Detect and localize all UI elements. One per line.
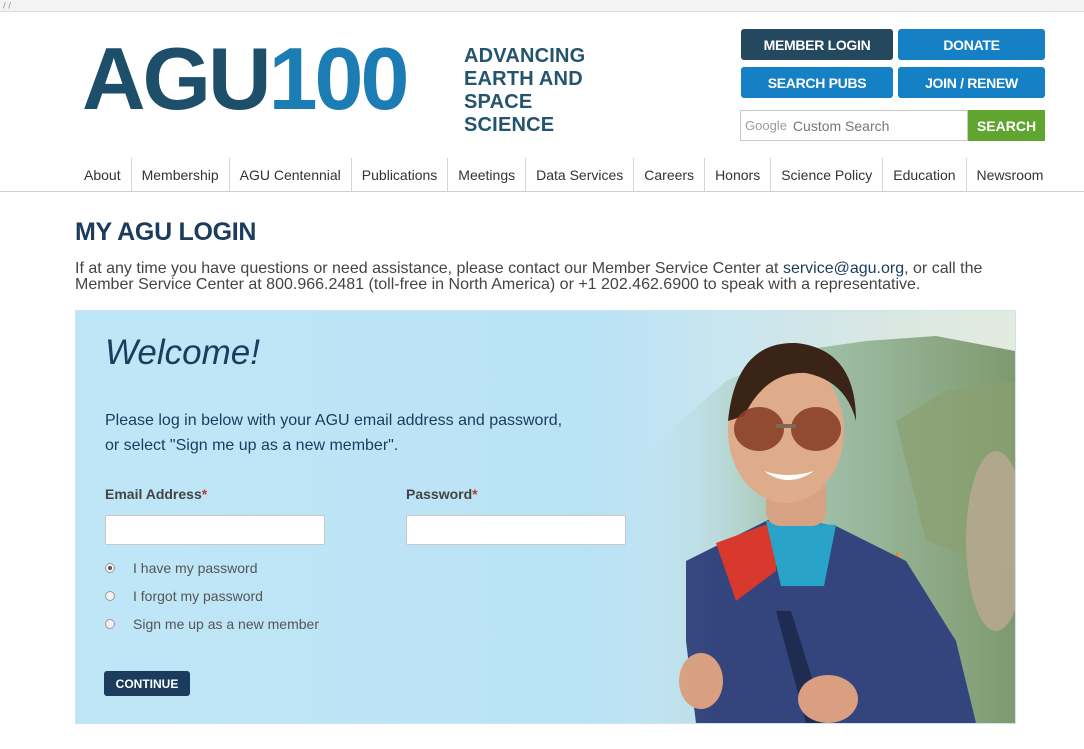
email-label-text: Email Address bbox=[105, 486, 202, 502]
logo-wordmark: AGU100 bbox=[82, 35, 409, 123]
email-field[interactable] bbox=[105, 515, 325, 545]
page-title: MY AGU LOGIN bbox=[75, 218, 257, 246]
password-field[interactable] bbox=[406, 515, 626, 545]
email-required-mark: * bbox=[201, 486, 208, 502]
radio-forgot-password[interactable] bbox=[105, 591, 115, 601]
nav-item-about[interactable]: About bbox=[76, 158, 131, 191]
option-forgot-password[interactable]: I forgot my password bbox=[105, 588, 263, 604]
welcome-heading: Welcome! bbox=[105, 333, 260, 372]
service-email-link[interactable]: service@agu.org bbox=[783, 260, 904, 277]
radio-have-password[interactable] bbox=[105, 563, 115, 573]
intro-text: If at any time you have questions or nee… bbox=[75, 261, 1025, 293]
nav-item-honors[interactable]: Honors bbox=[704, 158, 770, 191]
join-renew-button[interactable]: JOIN / RENEW bbox=[898, 67, 1045, 98]
logo-tagline-line-3: SPACE SCIENCE bbox=[464, 91, 555, 136]
logo-tagline-line-2: EARTH AND bbox=[464, 68, 583, 90]
login-instructions-line-2: or select "Sign me up as a new member". bbox=[105, 437, 399, 454]
top-strip-mark: / / bbox=[3, 1, 11, 10]
option-have-password-label: I have my password bbox=[133, 560, 258, 576]
nav-item-publications[interactable]: Publications bbox=[350, 158, 448, 191]
donate-button[interactable]: DONATE bbox=[898, 29, 1045, 60]
option-forgot-password-label: I forgot my password bbox=[133, 588, 263, 604]
nav-item-education[interactable]: Education bbox=[882, 158, 965, 191]
password-label-text: Password bbox=[406, 486, 473, 502]
nav-divider bbox=[0, 191, 1084, 192]
logo-100: 100 bbox=[268, 29, 410, 128]
intro-text-start: If at any time you have questions or nee… bbox=[75, 260, 783, 277]
search-pubs-button[interactable]: SEARCH PUBS bbox=[741, 67, 893, 98]
browser-top-strip: / / bbox=[0, 0, 1084, 12]
login-instructions-line-1: Please log in below with your AGU email … bbox=[105, 412, 563, 429]
option-have-password[interactable]: I have my password bbox=[105, 560, 258, 576]
search-button[interactable]: SEARCH bbox=[968, 110, 1045, 141]
option-sign-up[interactable]: Sign me up as a new member bbox=[105, 616, 319, 632]
logo-tagline: ADVANCING EARTH AND SPACE SCIENCE bbox=[464, 45, 622, 137]
continue-button[interactable]: CONTINUE bbox=[104, 671, 190, 696]
search-placeholder: Custom Search bbox=[792, 117, 890, 134]
site-search-input[interactable]: Google Custom Search bbox=[740, 110, 968, 141]
login-panel: Welcome! Please log in below with your A… bbox=[75, 310, 1016, 724]
nav-item-newsroom[interactable]: Newsroom bbox=[965, 158, 1054, 191]
login-instructions: Please log in below with your AGU email … bbox=[105, 408, 562, 458]
radio-sign-up[interactable] bbox=[105, 619, 115, 629]
nav-item-science-policy[interactable]: Science Policy bbox=[770, 158, 882, 191]
password-label: Password* bbox=[406, 486, 478, 502]
member-login-button[interactable]: MEMBER LOGIN bbox=[741, 29, 893, 60]
nav-item-agu-centennial[interactable]: AGU Centennial bbox=[228, 158, 351, 191]
email-label: Email Address* bbox=[105, 486, 207, 502]
nav-item-careers[interactable]: Careers bbox=[633, 158, 704, 191]
password-required-mark: * bbox=[472, 486, 478, 502]
option-sign-up-label: Sign me up as a new member bbox=[133, 616, 319, 632]
nav-item-membership[interactable]: Membership bbox=[130, 158, 229, 191]
main-nav: About Membership AGU Centennial Publicat… bbox=[76, 158, 1053, 191]
nav-item-meetings[interactable]: Meetings bbox=[447, 158, 525, 191]
logo-agu: AGU bbox=[82, 29, 272, 128]
google-watermark: Google bbox=[745, 118, 787, 133]
nav-item-data-services[interactable]: Data Services bbox=[525, 158, 633, 191]
agu100-logo[interactable]: AGU100 ADVANCING EARTH AND SPACE SCIENCE bbox=[82, 35, 622, 137]
logo-tagline-line-1: ADVANCING bbox=[464, 45, 586, 67]
